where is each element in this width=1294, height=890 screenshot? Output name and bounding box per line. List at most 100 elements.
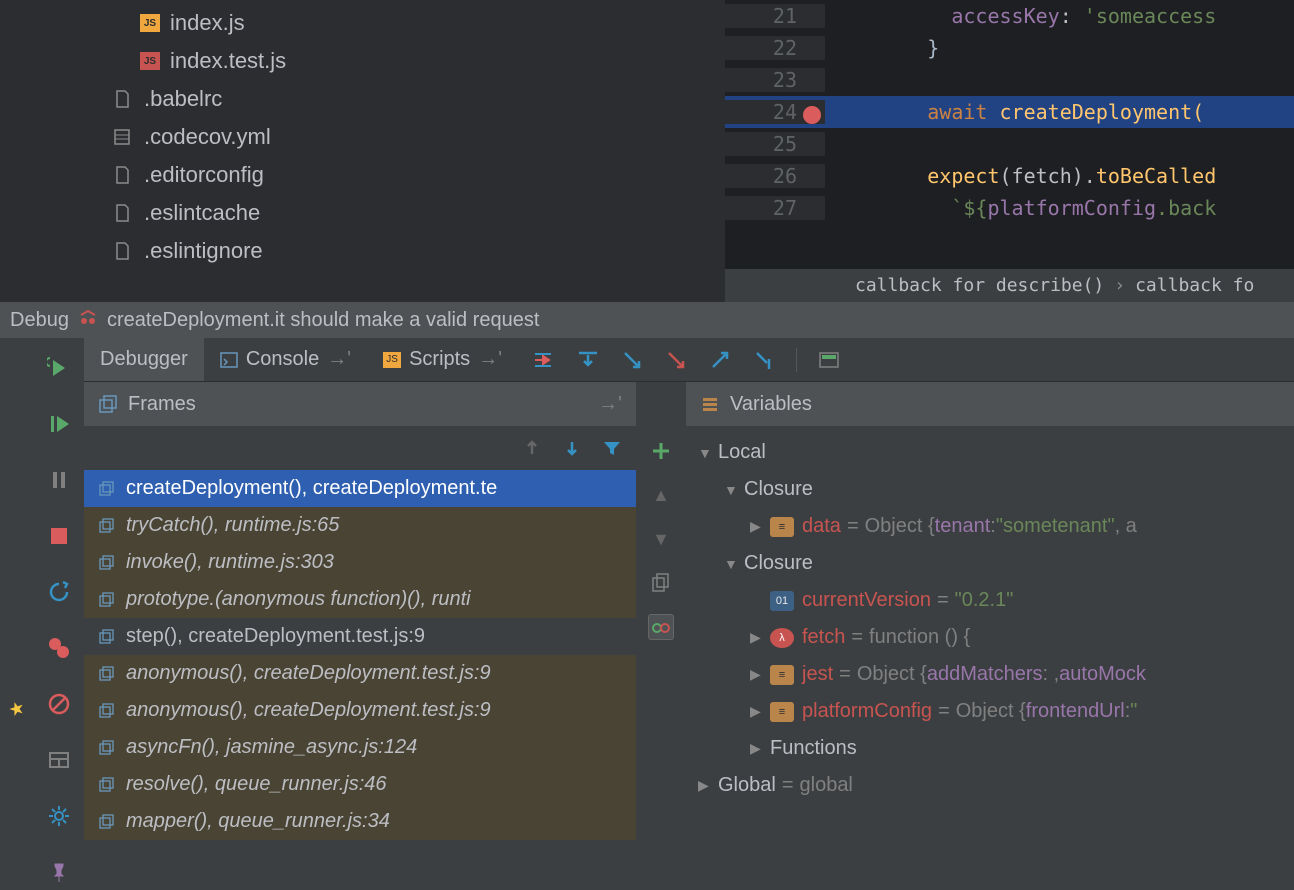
file-name: .babelrc [144,86,222,112]
file-item[interactable]: .babelrc [0,80,725,118]
pin-panel-icon[interactable]: →' [598,393,622,416]
frame-row[interactable]: step(), createDeployment.test.js:9 [84,618,636,655]
js-file-icon: JS [383,352,401,368]
code-editor[interactable]: 21 accessKey: 'someaccess22 }2324 await … [725,0,1294,302]
rerun-button[interactable] [45,354,73,382]
stop-button[interactable] [45,522,73,550]
frames-title: Frames [128,393,196,416]
var-scope-global[interactable]: ▶Global=global [686,767,1294,804]
frame-row[interactable]: asyncFn(), jasmine_async.js:124 [84,729,636,766]
step-over-button[interactable] [576,348,600,372]
object-icon: ≡ [770,702,794,722]
variables-icon [700,394,720,414]
divider [796,348,797,372]
tab-console[interactable]: Console →' [204,338,367,381]
value-icon: 01 [770,591,794,611]
var-item[interactable]: ▶λfetch=function () { [686,619,1294,656]
debug-tabs-bar: Debugger Console →' JS Scripts →' [84,338,1294,382]
var-item[interactable]: ▶≡data=Object {tenant: "sometenant", a [686,508,1294,545]
frame-row[interactable]: anonymous(), createDeployment.test.js:9 [84,655,636,692]
generic-file-icon [110,163,134,187]
file-name: index.js [170,10,245,36]
yml-file-icon [110,125,134,149]
restart-button[interactable] [45,578,73,606]
scroll-up-button[interactable]: ▲ [648,482,674,508]
settings-button[interactable] [45,802,73,830]
favorites-tool-button[interactable]: ★ [7,698,28,720]
layout-button[interactable] [45,746,73,774]
show-execution-point-button[interactable] [532,348,556,372]
frames-list[interactable]: createDeployment(), createDeployment.tet… [84,470,636,890]
var-item[interactable]: 01currentVersion="0.2.1" [686,582,1294,619]
glasses-icon[interactable] [648,614,674,640]
frame-row[interactable]: prototype.(anonymous function)(), runti [84,581,636,618]
var-scope-closure[interactable]: ▼Closure [686,471,1294,508]
variables-title: Variables [730,393,812,416]
pin-tab-icon[interactable]: →' [327,348,351,371]
tab-debugger[interactable]: Debugger [84,338,204,381]
view-breakpoints-button[interactable] [45,634,73,662]
file-item[interactable]: .eslintignore [0,232,725,270]
frame-row[interactable]: resolve(), queue_runner.js:46 [84,766,636,803]
copy-button[interactable] [648,570,674,596]
frames-side-toolbar: ▲ ▼ [636,382,686,890]
file-item[interactable]: .eslintcache [0,194,725,232]
tab-scripts[interactable]: JS Scripts →' [367,338,518,381]
var-item[interactable]: ▶≡platformConfig=Object {frontendUrl: " [686,693,1294,730]
next-frame-button[interactable] [562,438,582,458]
js-test-file-icon: JS [140,52,160,70]
filter-frames-button[interactable] [602,438,622,458]
var-scope-local[interactable]: ▼Local [686,434,1294,471]
chevron-right-icon: › [1114,275,1125,296]
left-tool-rail: ★ [0,338,34,890]
pin-tab-icon[interactable]: →' [478,348,502,371]
generic-file-icon [110,201,134,225]
frames-panel: Frames →' createDeployment(), createDepl… [84,382,636,890]
variables-panel: Variables ▼Local ▼Closure ▶≡data=Object … [686,382,1294,890]
frames-icon [98,394,118,414]
generic-file-icon [110,87,134,111]
jest-icon [77,309,99,331]
frame-row[interactable]: invoke(), runtime.js:303 [84,544,636,581]
evaluate-expression-button[interactable] [817,348,841,372]
file-item[interactable]: JS index.test.js [0,42,725,80]
var-scope-closure[interactable]: ▼Closure [686,545,1294,582]
var-scope-functions[interactable]: ▶Functions [686,730,1294,767]
function-icon: λ [770,628,794,648]
generic-file-icon [110,239,134,263]
object-icon: ≡ [770,665,794,685]
debug-tool-window-title: Debug createDeployment.it should make a … [0,302,1294,338]
file-item[interactable]: .codecov.yml [0,118,725,156]
breadcrumb-item[interactable]: callback for describe() [855,275,1104,296]
debug-label: Debug [10,309,69,332]
previous-frame-button[interactable] [522,438,542,458]
breadcrumb[interactable]: callback for describe() › callback fo [725,268,1294,302]
variables-tree[interactable]: ▼Local ▼Closure ▶≡data=Object {tenant: "… [686,426,1294,890]
object-icon: ≡ [770,517,794,537]
frame-row[interactable]: mapper(), queue_runner.js:34 [84,803,636,840]
var-item[interactable]: ▶≡jest=Object {addMatchers: , autoMock [686,656,1294,693]
frame-row[interactable]: anonymous(), createDeployment.test.js:9 [84,692,636,729]
project-tree[interactable]: JS index.js JS index.test.js .babelrc .c… [0,0,725,302]
frame-row[interactable]: createDeployment(), createDeployment.te [84,470,636,507]
resume-button[interactable] [45,410,73,438]
file-name: .eslintignore [144,238,263,264]
force-step-into-button[interactable] [664,348,688,372]
pin-button[interactable] [45,858,73,886]
frame-row[interactable]: tryCatch(), runtime.js:65 [84,507,636,544]
step-out-button[interactable] [708,348,732,372]
debug-config-name: createDeployment.it should make a valid … [107,309,539,332]
file-name: index.test.js [170,48,286,74]
debug-controls-toolbar [34,338,84,890]
file-item[interactable]: JS index.js [0,4,725,42]
file-name: .editorconfig [144,162,264,188]
scroll-down-button[interactable]: ▼ [648,526,674,552]
add-watch-button[interactable] [648,438,674,464]
console-icon [220,351,238,369]
mute-breakpoints-button[interactable] [45,690,73,718]
step-into-button[interactable] [620,348,644,372]
pause-button[interactable] [45,466,73,494]
run-to-cursor-button[interactable] [752,348,776,372]
file-item[interactable]: .editorconfig [0,156,725,194]
breadcrumb-item[interactable]: callback fo [1135,275,1254,296]
